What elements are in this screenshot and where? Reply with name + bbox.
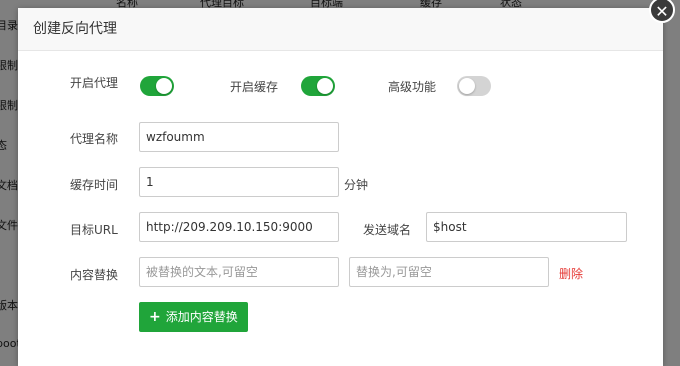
- proxy-name-input[interactable]: [139, 122, 339, 152]
- replace-from-input[interactable]: [139, 257, 339, 287]
- send-domain-input[interactable]: [426, 212, 627, 242]
- proxy-toggle-label: 开启代理: [70, 76, 119, 90]
- cache-toggle[interactable]: [301, 76, 335, 96]
- advanced-toggle[interactable]: [457, 76, 491, 96]
- cache-time-unit: 分钟: [344, 178, 369, 192]
- proxy-toggle[interactable]: [140, 76, 174, 96]
- cache-time-input[interactable]: [139, 167, 339, 197]
- dialog-header: 创建反向代理: [18, 8, 663, 51]
- create-reverse-proxy-dialog: 创建反向代理 开启代理 开启缓存 高级功能 代理名称 缓存时间 分钟 目标URL…: [18, 8, 663, 366]
- target-url-label: 目标URL: [70, 223, 118, 237]
- replace-to-input[interactable]: [349, 257, 549, 287]
- cache-time-label: 缓存时间: [70, 178, 119, 192]
- add-content-replace-label: 添加内容替换: [165, 310, 238, 324]
- content-replace-label: 内容替换: [70, 268, 119, 282]
- toggle-knob: [317, 78, 333, 94]
- advanced-toggle-label: 高级功能: [388, 80, 437, 94]
- add-content-replace-button[interactable]: + 添加内容替换: [139, 302, 248, 332]
- plus-icon: +: [149, 309, 161, 325]
- toggle-knob: [156, 78, 172, 94]
- dialog-title: 创建反向代理: [33, 21, 117, 37]
- send-domain-label: 发送域名: [363, 223, 412, 237]
- delete-replace-link[interactable]: 删除: [559, 265, 583, 282]
- proxy-name-label: 代理名称: [70, 132, 119, 146]
- toggle-knob: [459, 78, 475, 94]
- cache-toggle-label: 开启缓存: [230, 80, 279, 94]
- close-glyph: ✕: [655, 2, 669, 21]
- target-url-input[interactable]: [139, 212, 339, 242]
